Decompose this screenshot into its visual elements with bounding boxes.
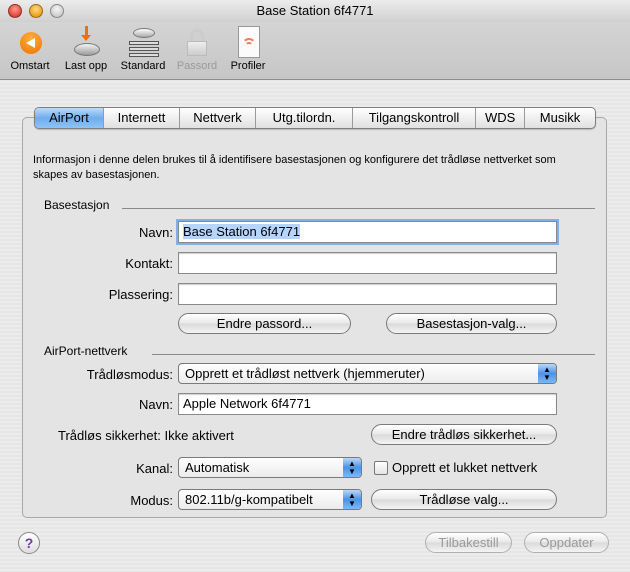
- wireless-mode-popup[interactable]: Opprett et trådløst nettverk (hjemmerute…: [178, 363, 557, 384]
- tab-airport[interactable]: AirPort: [35, 108, 104, 128]
- restart-button[interactable]: Omstart: [6, 26, 54, 72]
- security-value: Ikke aktivert: [164, 428, 234, 443]
- location-label: Plassering:: [108, 287, 173, 302]
- location-field[interactable]: [178, 283, 557, 305]
- update-button: Oppdater: [524, 532, 609, 553]
- tab-access-control[interactable]: Tilgangskontroll: [353, 108, 476, 128]
- basestation-heading: Basestasjon: [44, 198, 110, 212]
- lock-icon: [181, 26, 213, 58]
- tab-wds[interactable]: WDS: [476, 108, 525, 128]
- wireless-mode-label: Trådløsmodus:: [86, 367, 173, 382]
- chevron-updown-icon: ▲ ▼: [343, 458, 361, 477]
- help-button[interactable]: ?: [18, 532, 40, 554]
- change-password-button[interactable]: Endre passord...: [178, 313, 351, 334]
- channel-popup[interactable]: Automatisk ▲ ▼: [178, 457, 362, 478]
- radio-mode-label: Modus:: [130, 493, 173, 508]
- password-button: Passord: [174, 26, 220, 72]
- closed-network-checkbox[interactable]: [374, 461, 388, 475]
- profiles-icon: [232, 26, 264, 58]
- upload-button[interactable]: Last opp: [60, 26, 112, 72]
- divider: [152, 354, 595, 355]
- security-label: Trådløs sikkerhet: Ikke aktivert: [58, 428, 234, 443]
- tab-bar: AirPort Internett Nettverk Utg.tilordn. …: [34, 107, 596, 129]
- default-icon: [127, 26, 159, 58]
- tab-internet[interactable]: Internett: [104, 108, 180, 128]
- upload-icon: [70, 26, 102, 58]
- toolbar: Omstart Last opp Standard Passord Profil…: [0, 22, 630, 80]
- tab-network[interactable]: Nettverk: [180, 108, 256, 128]
- change-security-button[interactable]: Endre trådløs sikkerhet...: [371, 424, 557, 445]
- tab-dhcp[interactable]: Utg.tilordn.: [256, 108, 353, 128]
- network-name-label: Navn:: [139, 397, 173, 412]
- contact-label: Kontakt:: [125, 256, 173, 271]
- network-name-field[interactable]: Apple Network 6f4771: [178, 393, 557, 415]
- default-button[interactable]: Standard: [117, 26, 169, 72]
- revert-button: Tilbakestill: [425, 532, 512, 553]
- basestation-name-field[interactable]: Base Station 6f4771: [178, 221, 557, 243]
- tab-music[interactable]: Musikk: [525, 108, 595, 128]
- divider: [122, 208, 595, 209]
- restart-icon: [14, 26, 46, 58]
- contact-field[interactable]: [178, 252, 557, 274]
- chevron-updown-icon: ▲ ▼: [538, 364, 556, 383]
- name-label: Navn:: [139, 225, 173, 240]
- channel-label: Kanal:: [136, 461, 173, 476]
- window-title: Base Station 6f4771: [256, 3, 374, 18]
- description-text: Informasjon i denne delen brukes til å i…: [33, 154, 556, 181]
- profiles-button[interactable]: Profiler: [225, 26, 271, 72]
- wireless-options-button[interactable]: Trådløse valg...: [371, 489, 557, 510]
- airport-network-heading: AirPort-nettverk: [44, 344, 128, 358]
- chevron-updown-icon: ▲ ▼: [343, 490, 361, 509]
- closed-network-label[interactable]: Opprett et lukket nettverk: [392, 460, 537, 475]
- basestation-options-button[interactable]: Basestasjon-valg...: [386, 313, 557, 334]
- radio-mode-popup[interactable]: 802.11b/g-kompatibelt ▲ ▼: [178, 489, 362, 510]
- title-bar[interactable]: Base Station 6f4771: [0, 0, 630, 22]
